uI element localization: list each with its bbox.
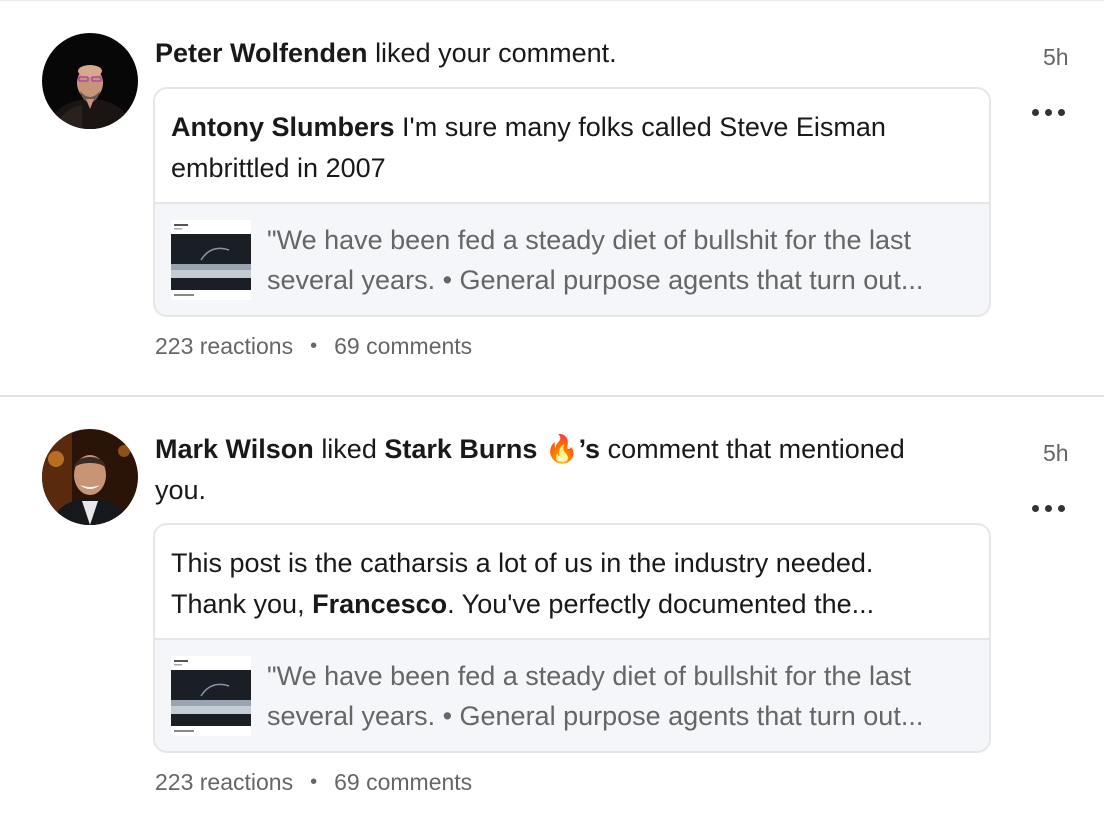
notification-action: comment that mentioned xyxy=(607,434,905,464)
mentioned-user-name[interactable]: Stark Burns 🔥’s xyxy=(384,434,600,464)
actor-name[interactable]: Mark Wilson xyxy=(155,434,314,464)
comment-author[interactable]: Antony Slumbers xyxy=(171,112,395,142)
mentioned-user-label: Stark Burns xyxy=(384,434,538,464)
post-snippet-line: several years. • General purpose agents … xyxy=(267,701,924,731)
notification-action: liked your comment. xyxy=(375,38,617,68)
actor-name[interactable]: Peter Wolfenden xyxy=(155,38,368,68)
post-thumbnail xyxy=(171,220,251,300)
comment-card[interactable]: This post is the catharsis a lot of us i… xyxy=(153,523,991,753)
reactions-count[interactable]: 223 reactions xyxy=(155,769,293,796)
comments-count[interactable]: 69 comments xyxy=(334,333,472,360)
comment-body-line: embrittled in 2007 xyxy=(171,153,386,183)
fire-emoji: 🔥 xyxy=(544,434,579,464)
comment-body-line: This post is the catharsis a lot of us i… xyxy=(171,548,874,578)
timestamp: 5h xyxy=(1043,440,1069,466)
more-options-icon[interactable] xyxy=(1020,98,1076,126)
more-options-icon[interactable] xyxy=(1020,494,1076,522)
avatar[interactable] xyxy=(42,429,138,525)
post-thumbnail xyxy=(171,656,251,736)
post-preview[interactable]: "We have been fed a steady diet of bulls… xyxy=(155,640,989,751)
avatar[interactable] xyxy=(42,33,138,129)
comment-text: This post is the catharsis a lot of us i… xyxy=(155,525,989,625)
comments-count[interactable]: 69 comments xyxy=(334,769,472,796)
post-preview[interactable]: "We have been fed a steady diet of bulls… xyxy=(155,204,989,315)
divider xyxy=(0,0,1104,1)
reactions-count[interactable]: 223 reactions xyxy=(155,333,293,360)
notifications-feed: Peter Wolfenden liked your comment. 5h A… xyxy=(0,0,1104,826)
social-counts: 223 reactions • 69 comments xyxy=(155,769,472,796)
mention-name[interactable]: Francesco xyxy=(312,589,447,619)
possessive-suffix: ’s xyxy=(578,434,601,464)
comment-body-line: I'm sure many folks called Steve Eisman xyxy=(402,112,886,142)
comment-body-line: Thank you, xyxy=(171,589,305,619)
post-snippet: "We have been fed a steady diet of bulls… xyxy=(267,656,982,736)
comment-body-line: . You've perfectly documented the... xyxy=(447,589,875,619)
notification-action: liked xyxy=(321,434,377,464)
comment-card[interactable]: Antony Slumbers I'm sure many folks call… xyxy=(153,87,991,317)
post-snippet-line: several years. • General purpose agents … xyxy=(267,265,924,295)
notification-action: you. xyxy=(155,475,207,505)
separator-dot: • xyxy=(310,335,318,357)
timestamp: 5h xyxy=(1043,44,1069,70)
separator-dot: • xyxy=(310,771,318,793)
notification-headline[interactable]: Mark Wilson liked Stark Burns 🔥’s commen… xyxy=(155,429,985,511)
notification-headline[interactable]: Peter Wolfenden liked your comment. xyxy=(155,33,985,74)
post-snippet: "We have been fed a steady diet of bulls… xyxy=(267,220,982,300)
post-snippet-line: "We have been fed a steady diet of bulls… xyxy=(267,661,911,691)
divider xyxy=(0,395,1104,397)
post-snippet-line: "We have been fed a steady diet of bulls… xyxy=(267,225,911,255)
social-counts: 223 reactions • 69 comments xyxy=(155,333,472,360)
comment-text: Antony Slumbers I'm sure many folks call… xyxy=(155,89,989,189)
